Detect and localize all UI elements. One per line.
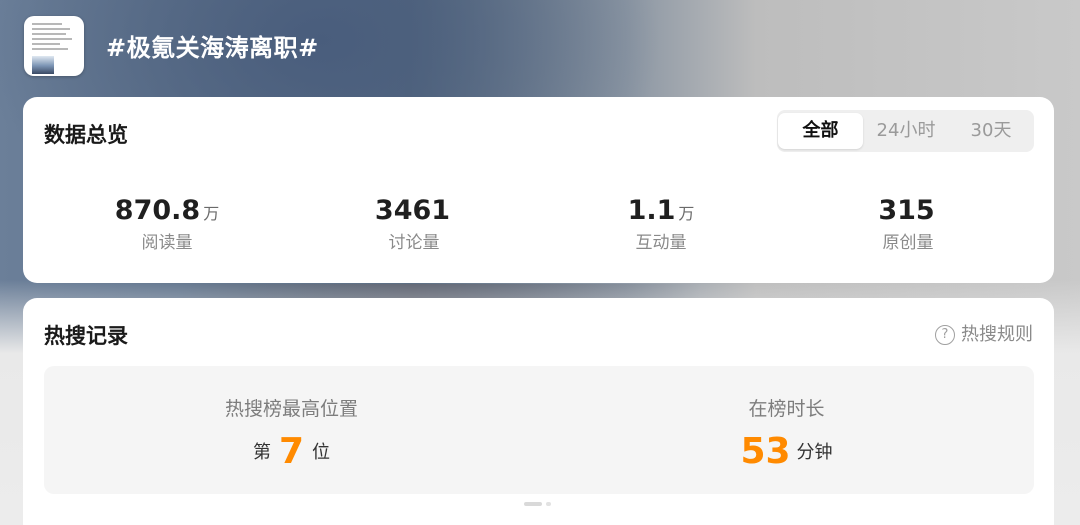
- thumbnail-text-line: [32, 33, 66, 35]
- stat-label: 讨论量: [388, 233, 440, 253]
- filter-30d[interactable]: 30天: [949, 113, 1033, 149]
- filter-all[interactable]: 全部: [778, 113, 863, 149]
- stat-value: 1.1: [627, 195, 676, 226]
- page-dot[interactable]: [546, 502, 551, 506]
- rules-label: 热搜规则: [961, 324, 1033, 345]
- stat-reads: 870.8 万 阅读量: [47, 195, 287, 253]
- stat-unit: 万: [678, 204, 695, 223]
- page-dot-active[interactable]: [524, 502, 542, 506]
- highest-rank: 热搜榜最高位置 第7位: [44, 394, 539, 472]
- topic-title: #极氪关海涛离职#: [106, 34, 319, 62]
- rank-suffix: 位: [312, 442, 331, 463]
- time-on-list: 在榜时长 53 分钟: [539, 394, 1034, 472]
- stat-originals: 315 原创量: [788, 195, 1028, 253]
- rank-value: 7: [278, 431, 305, 472]
- thumbnail-text-line: [32, 38, 72, 40]
- filter-24h[interactable]: 24小时: [865, 113, 947, 149]
- time-on-list-label: 在榜时长: [748, 398, 825, 420]
- data-overview-card: 数据总览 全部 24小时 30天 870.8 万 阅读量 3461 讨论量 1.1…: [23, 97, 1054, 283]
- question-circle-icon: ?: [935, 325, 955, 345]
- stat-value: 3461: [374, 195, 451, 226]
- topic-header: #极氪关海涛离职#: [0, 0, 1080, 96]
- thumbnail-photo: [32, 56, 54, 74]
- time-range-selector: 全部 24小时 30天: [777, 110, 1034, 152]
- rank-prefix: 第: [252, 442, 271, 463]
- hot-search-rules-link[interactable]: ? 热搜规则: [935, 320, 1033, 346]
- stat-label: 阅读量: [141, 233, 193, 253]
- thumbnail-text-line: [32, 48, 68, 50]
- topic-thumbnail[interactable]: [24, 16, 84, 76]
- thumbnail-text-line: [32, 28, 70, 30]
- hot-search-stats-box: 热搜榜最高位置 第7位 在榜时长 53 分钟: [44, 366, 1034, 494]
- stat-value: 315: [878, 195, 935, 226]
- overview-title: 数据总览: [44, 123, 128, 147]
- hot-search-title: 热搜记录: [44, 324, 128, 348]
- stat-discussions: 3461 讨论量: [294, 195, 534, 253]
- stat-interactions: 1.1 万 互动量: [541, 195, 781, 253]
- thumbnail-text-line: [32, 23, 62, 25]
- stat-value: 870.8: [114, 195, 201, 226]
- highest-rank-label: 热搜榜最高位置: [224, 398, 358, 420]
- thumbnail-text-line: [32, 43, 60, 45]
- duration-value: 53: [740, 431, 791, 472]
- duration-suffix: 分钟: [796, 442, 833, 463]
- stat-unit: 万: [203, 204, 220, 223]
- hot-search-card: 热搜记录 ? 热搜规则 热搜榜最高位置 第7位 在榜时长 53 分钟: [23, 298, 1054, 525]
- stat-label: 互动量: [635, 233, 687, 253]
- stat-label: 原创量: [882, 233, 934, 253]
